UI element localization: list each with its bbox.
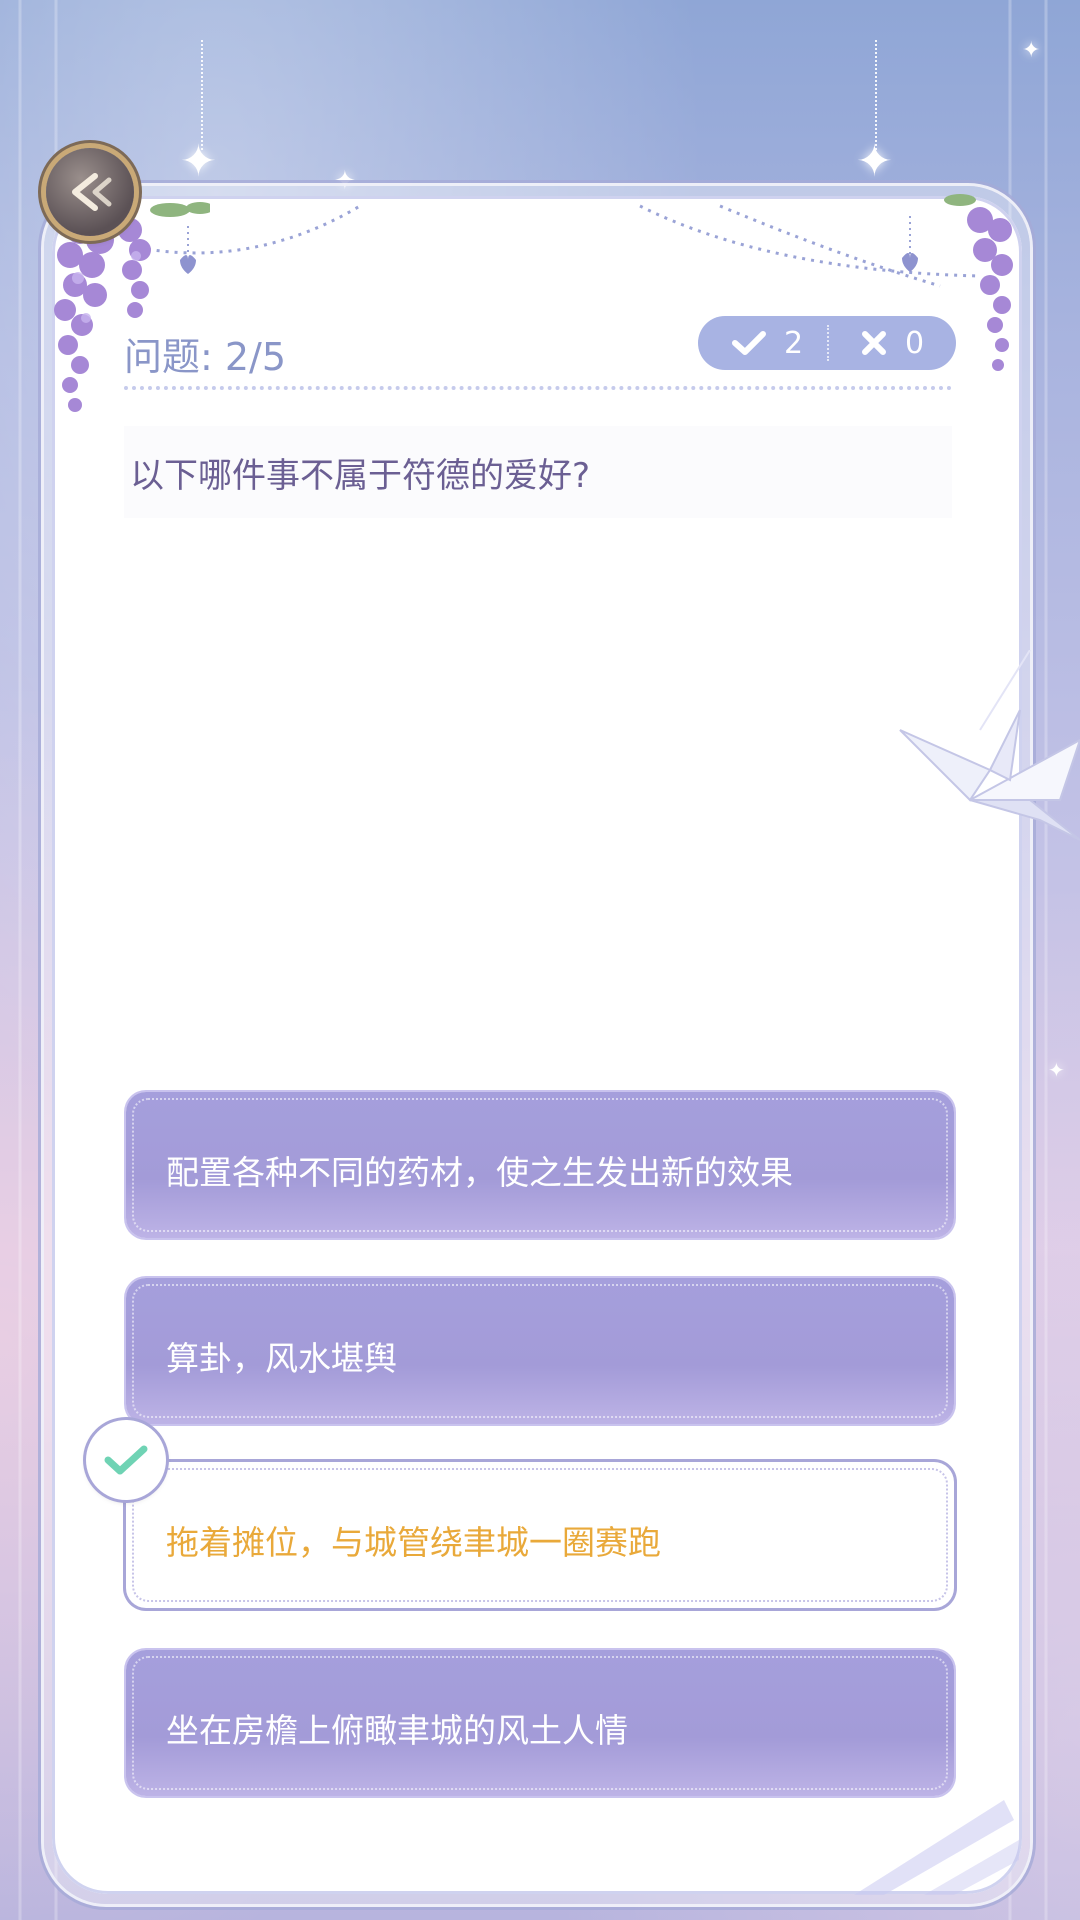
answer-option-label: 配置各种不同的药材，使之生发出新的效果 <box>166 1153 793 1192</box>
checkmark-icon <box>104 1445 148 1475</box>
answer-option-label: 坐在房檐上俯瞰聿城的风土人情 <box>166 1711 628 1750</box>
cross-icon <box>862 331 886 355</box>
correct-answer-badge <box>86 1420 166 1500</box>
hanging-dots-right <box>875 40 879 150</box>
question-text: 以下哪件事不属于符德的爱好? <box>130 456 591 496</box>
sparkle-icon: ✦ <box>1022 38 1041 63</box>
score-pill: 2 0 <box>698 316 956 370</box>
sparkle-icon: ✦ <box>1048 1058 1065 1082</box>
wrong-count-value: 0 <box>905 325 925 361</box>
correct-count-value: 2 <box>784 325 804 361</box>
sparkle-icon: ✦ <box>856 136 893 187</box>
answer-option-1[interactable]: 配置各种不同的药材，使之生发出新的效果 <box>126 1092 954 1238</box>
back-arrow-icon <box>72 173 112 211</box>
correct-count: 2 <box>698 326 827 361</box>
answer-option-2[interactable]: 算卦，风水堪舆 <box>126 1278 954 1424</box>
hanging-dots-left <box>201 40 205 150</box>
answer-option-label: 拖着摊位，与城管绕聿城一圈赛跑 <box>166 1523 661 1562</box>
answer-option-4[interactable]: 坐在房檐上俯瞰聿城的风土人情 <box>126 1650 954 1796</box>
wrong-count: 0 <box>849 326 956 361</box>
sparkle-icon: ✦ <box>180 136 217 187</box>
answer-option-label: 算卦，风水堪舆 <box>166 1339 397 1378</box>
score-divider <box>827 325 831 361</box>
answer-option-3-correct[interactable]: 拖着摊位，与城管绕聿城一圈赛跑 <box>126 1462 954 1608</box>
question-progress: 问题: 2/5 <box>124 335 287 379</box>
back-button[interactable] <box>46 148 134 236</box>
header-divider <box>124 386 952 390</box>
checkmark-icon <box>732 331 766 355</box>
